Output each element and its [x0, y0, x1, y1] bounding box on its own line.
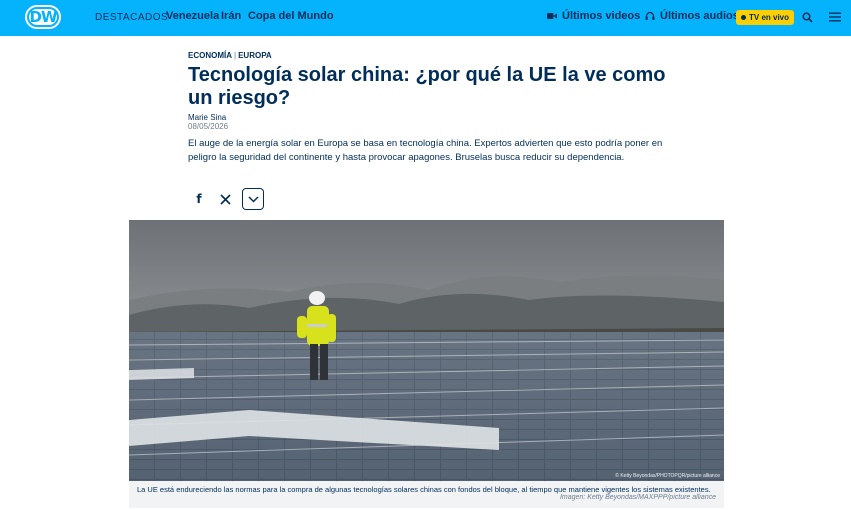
top-navigation-bar: DW DESTACADOS Venezuela Irán Copa del Mu…	[0, 0, 851, 36]
latest-audios-link[interactable]: Últimos audios	[645, 10, 739, 22]
share-facebook-button[interactable]: f	[189, 189, 209, 209]
dw-logo[interactable]: DW	[25, 5, 61, 29]
menu-button[interactable]	[827, 9, 843, 25]
nav-link-copa-del-mundo[interactable]: Copa del Mundo	[248, 10, 334, 22]
latest-audios-label: Últimos audios	[660, 10, 739, 22]
author-link[interactable]: Marie Sina	[188, 113, 226, 122]
logo-text: DW	[29, 8, 58, 26]
nav-link-iran[interactable]: Irán	[221, 10, 241, 22]
image-credit: Imagen: Ketty Beyondas/MAXPPP/picture al…	[559, 494, 716, 501]
facebook-icon: f	[196, 192, 202, 206]
live-dot-icon	[741, 15, 746, 20]
latest-videos-link[interactable]: Últimos videos	[547, 10, 640, 22]
region-link[interactable]: EUROPA	[238, 51, 272, 60]
solar-farm-photo	[129, 220, 724, 481]
nav-link-venezuela[interactable]: Venezuela	[166, 10, 219, 22]
menu-icon	[829, 12, 841, 22]
image-caption: La UE está endureciendo las normas para …	[137, 485, 711, 494]
search-button[interactable]	[799, 9, 815, 25]
share-x-button[interactable]	[215, 189, 235, 209]
video-camera-icon	[547, 13, 557, 19]
x-icon	[219, 193, 231, 205]
hero-image: © Ketty Beyondas/PHOTOPQR/picture allian…	[129, 220, 724, 481]
featured-label: DESTACADOS	[95, 12, 169, 23]
chevron-down-icon	[247, 195, 259, 203]
latest-videos-label: Últimos videos	[562, 10, 641, 22]
share-more-button[interactable]	[242, 188, 264, 210]
publish-date: 08/05/2026	[188, 122, 229, 131]
search-icon	[801, 11, 813, 23]
article-teaser: El auge de la energía solar en Europa se…	[188, 138, 663, 163]
headphones-icon	[645, 11, 655, 20]
image-caption-box: La UE está endureciendo las normas para …	[129, 481, 724, 508]
live-tv-label: TV en vivo	[749, 13, 790, 22]
category-link[interactable]: ECONOMÍA	[188, 51, 232, 60]
article-kicker: ECONOMÍA | EUROPA	[188, 51, 272, 60]
image-overlay-credit: © Ketty Beyondas/PHOTOPQR/picture allian…	[615, 473, 720, 479]
article-title: Tecnología solar china: ¿por qué la UE l…	[188, 64, 666, 109]
kicker-separator: |	[234, 51, 237, 60]
live-tv-button[interactable]: TV en vivo	[736, 10, 795, 25]
